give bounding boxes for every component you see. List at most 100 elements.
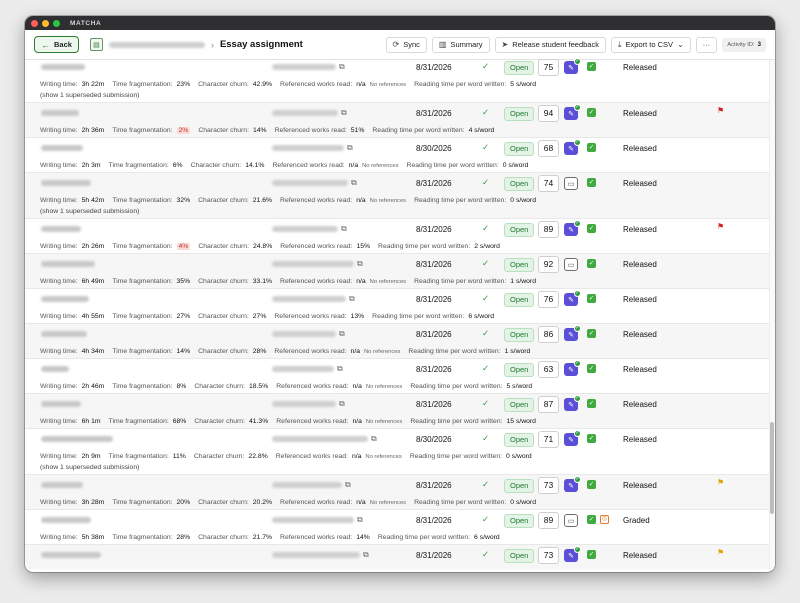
status-text: Released: [623, 330, 657, 339]
copy-icon[interactable]: ⧉: [347, 143, 353, 153]
student-email: [272, 436, 368, 442]
student-name[interactable]: [41, 226, 81, 232]
open-button[interactable]: Open: [504, 61, 535, 75]
feedback-icon[interactable]: ✎ ✓: [564, 546, 581, 562]
feedback-icon[interactable]: ✎ ✓: [564, 395, 581, 411]
copy-icon[interactable]: ⧉: [371, 434, 377, 444]
writing-time-label: Writing time:: [40, 127, 78, 134]
ref-read-value: n/a: [348, 162, 359, 169]
back-button[interactable]: ← Back: [34, 36, 79, 53]
feedback-icon[interactable]: ✎ ✓: [564, 290, 581, 306]
time-frag-value: 11%: [172, 453, 186, 460]
feedback-icon[interactable]: ✎ ✓: [564, 360, 581, 376]
score-input[interactable]: 71: [538, 431, 559, 448]
student-name[interactable]: [41, 482, 83, 488]
copy-icon[interactable]: ⧉: [349, 294, 355, 304]
minimize-window-button[interactable]: [42, 19, 49, 27]
copy-icon[interactable]: ⧉: [339, 62, 345, 72]
student-name[interactable]: [41, 296, 89, 302]
copy-icon[interactable]: ⧉: [351, 178, 357, 188]
score-input[interactable]: 73: [538, 547, 559, 564]
score-input[interactable]: 73: [538, 477, 559, 494]
more-button[interactable]: ···: [695, 36, 718, 53]
open-button[interactable]: Open: [504, 549, 535, 563]
comment-icon[interactable]: ▭: [564, 258, 578, 271]
flag-icon[interactable]: ⚑: [717, 222, 724, 231]
student-name[interactable]: [41, 552, 101, 558]
copy-icon[interactable]: ⧉: [339, 399, 345, 409]
export-csv-button[interactable]: ⤓ Export to CSV ⌄: [610, 36, 691, 53]
student-name[interactable]: [41, 110, 79, 116]
score-input[interactable]: 63: [538, 361, 559, 378]
char-churn-label: Character churn:: [194, 418, 245, 425]
student-name[interactable]: [41, 261, 95, 267]
comment-icon[interactable]: ▭: [564, 177, 578, 190]
feedback-icon[interactable]: ✎ ✓: [564, 476, 581, 492]
score-input[interactable]: 94: [538, 105, 559, 122]
feedback-icon[interactable]: ✎ ✓: [564, 325, 581, 341]
open-button[interactable]: Open: [504, 258, 535, 272]
score-input[interactable]: 74: [538, 175, 559, 192]
open-button[interactable]: Open: [504, 177, 535, 191]
reading-time-label: Reading time per word written:: [414, 81, 507, 88]
open-button[interactable]: Open: [504, 223, 535, 237]
copy-icon[interactable]: ⧉: [363, 550, 369, 560]
score-input[interactable]: 87: [538, 396, 559, 413]
score-input[interactable]: 86: [538, 326, 559, 343]
zoom-window-button[interactable]: [53, 19, 60, 27]
open-button[interactable]: Open: [504, 514, 535, 528]
sync-button[interactable]: ⟳ Sync: [385, 36, 427, 53]
student-name[interactable]: [41, 145, 83, 151]
open-button[interactable]: Open: [504, 107, 535, 121]
open-button[interactable]: Open: [504, 363, 535, 377]
student-name[interactable]: [41, 401, 81, 407]
scrollbar-thumb[interactable]: [770, 422, 774, 514]
score-input[interactable]: 89: [538, 512, 559, 529]
open-button[interactable]: Open: [504, 142, 535, 156]
feedback-icon[interactable]: ✎ ✓: [564, 430, 581, 446]
student-name[interactable]: [41, 366, 69, 372]
page-title: Essay assignment: [219, 39, 303, 50]
score-input[interactable]: 75: [538, 59, 559, 76]
copy-icon[interactable]: ⧉: [339, 329, 345, 339]
show-superseded-link[interactable]: (show 1 superseded submission): [25, 91, 769, 102]
student-name[interactable]: [41, 517, 91, 523]
feedback-icon[interactable]: ✎ ✓: [564, 220, 581, 236]
row-metrics: Writing time: 2h 3m Time fragmentation: 6% C…: [25, 159, 769, 172]
student-name[interactable]: [41, 64, 85, 70]
comment-icon[interactable]: ▭: [564, 514, 578, 527]
feedback-icon[interactable]: ✎ ✓: [564, 58, 581, 74]
copy-icon[interactable]: ⧉: [341, 224, 347, 234]
student-name[interactable]: [41, 436, 113, 442]
copy-icon[interactable]: ⧉: [357, 515, 363, 525]
flag-icon[interactable]: ⚑: [717, 548, 724, 557]
send-icon: ➤: [501, 40, 509, 49]
copy-icon[interactable]: ⧉: [337, 364, 343, 374]
show-superseded-link[interactable]: (show 1 superseded submission): [25, 207, 769, 218]
open-button[interactable]: Open: [504, 293, 535, 307]
release-feedback-button[interactable]: ➤ Release student feedback: [494, 36, 606, 53]
open-button[interactable]: Open: [504, 398, 535, 412]
flag-icon[interactable]: ⚑: [717, 106, 724, 115]
feedback-icon[interactable]: ✎ ✓: [564, 104, 581, 120]
score-input[interactable]: 89: [538, 221, 559, 238]
breadcrumb-course[interactable]: [108, 41, 205, 48]
open-button[interactable]: Open: [504, 479, 535, 493]
score-input[interactable]: 76: [538, 291, 559, 308]
flag-icon[interactable]: ⚑: [717, 478, 724, 487]
score-input[interactable]: 92: [538, 256, 559, 273]
copy-icon[interactable]: ⧉: [345, 480, 351, 490]
feedback-icon[interactable]: ✎ ✓: [564, 139, 581, 155]
scrollbar[interactable]: [769, 60, 775, 572]
open-button[interactable]: Open: [504, 433, 535, 447]
copy-icon[interactable]: ⧉: [341, 108, 347, 118]
student-name[interactable]: [41, 180, 91, 186]
score-input[interactable]: 68: [538, 140, 559, 157]
show-superseded-link[interactable]: (show 1 superseded submission): [25, 463, 769, 474]
student-name[interactable]: [41, 331, 87, 337]
summary-button[interactable]: ▥ Summary: [431, 36, 490, 53]
copy-icon[interactable]: ⧉: [357, 259, 363, 269]
open-button[interactable]: Open: [504, 328, 535, 342]
char-churn-label: Character churn:: [198, 499, 249, 506]
close-window-button[interactable]: [31, 19, 38, 27]
